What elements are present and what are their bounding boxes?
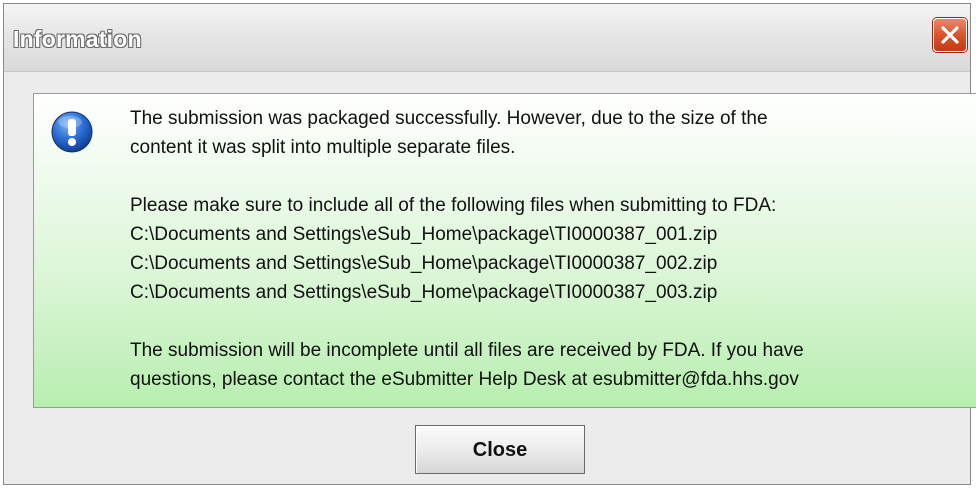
title-bar[interactable]: Information: [4, 4, 970, 72]
close-window-button[interactable]: [933, 18, 967, 52]
close-button[interactable]: Close: [415, 425, 585, 474]
message-line: The submission was packaged successfully…: [130, 108, 768, 129]
message-line: The submission will be incomplete until …: [130, 340, 804, 361]
dialog-message: The submission was packaged successfully…: [130, 104, 960, 394]
window-title: Information: [13, 26, 142, 52]
file-path-2: C:\Documents and Settings\eSub_Home\pack…: [130, 253, 718, 274]
message-line: Please make sure to include all of the f…: [130, 195, 777, 216]
message-line: questions, please contact the eSubmitter…: [130, 369, 799, 390]
information-dialog: Information The submission was packaged …: [3, 3, 976, 485]
file-path-3: C:\Documents and Settings\eSub_Home\pack…: [130, 282, 718, 303]
message-line: content it was split into multiple separ…: [130, 137, 516, 158]
message-panel: The submission was packaged successfully…: [33, 93, 976, 408]
file-path-1: C:\Documents and Settings\eSub_Home\pack…: [130, 224, 718, 245]
info-icon: [51, 111, 93, 153]
close-icon: [941, 26, 959, 44]
